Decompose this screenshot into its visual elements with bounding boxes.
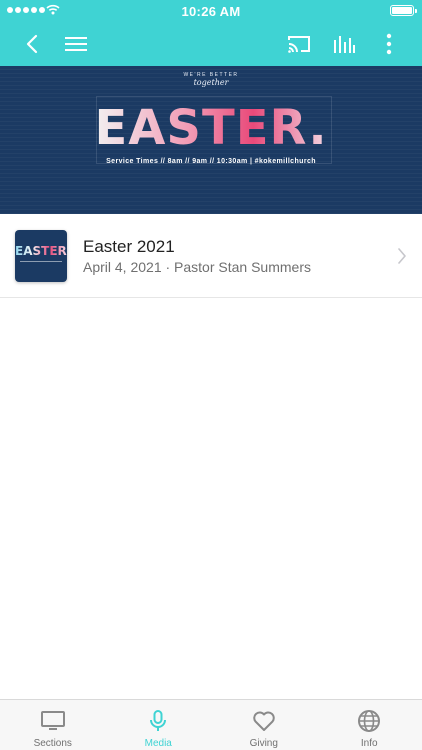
tab-sections[interactable]: Sections	[0, 700, 106, 750]
more-vertical-icon	[386, 33, 392, 55]
top-toolbar	[0, 22, 422, 66]
sermon-title: Easter 2021	[83, 237, 175, 256]
cast-icon	[288, 36, 310, 53]
chevron-right-icon	[398, 248, 406, 264]
thumbnail-title: EASTER.	[15, 244, 67, 258]
sermon-thumbnail: EASTER.	[15, 230, 67, 282]
back-button[interactable]	[12, 22, 52, 66]
monitor-icon	[40, 711, 65, 730]
globe-icon	[358, 710, 381, 732]
tab-sections-label: Sections	[33, 738, 72, 749]
tab-giving[interactable]: Giving	[211, 700, 317, 750]
chevron-left-icon	[26, 34, 38, 54]
tab-media-label: Media	[144, 738, 172, 749]
microphone-icon	[150, 710, 167, 731]
sermon-meta: April 4, 2021 · Pastor Stan Summers	[83, 259, 311, 275]
hamburger-menu-icon	[65, 37, 87, 51]
audio-bars-icon	[334, 36, 355, 53]
tab-info-label: Info	[360, 738, 378, 749]
audio-button[interactable]	[324, 22, 364, 66]
tab-media[interactable]: Media	[106, 700, 212, 750]
cast-button[interactable]	[279, 22, 319, 66]
easter-banner: WE'RE BETTER together EASTER. Service Ti…	[0, 66, 422, 214]
battery-icon	[390, 5, 417, 16]
tab-giving-label: Giving	[249, 738, 278, 749]
heart-icon	[253, 711, 275, 731]
banner-service-times: Service Times // 8am // 9am // 10:30am |…	[106, 158, 316, 165]
menu-button[interactable]	[56, 22, 96, 66]
banner-tagline: WE'RE BETTER together	[0, 72, 422, 87]
list-item[interactable]: EASTER. Easter 2021 April 4, 2021 · Past…	[0, 214, 422, 298]
thumbnail-divider	[20, 261, 62, 262]
banner-title: EASTER.	[0, 100, 422, 156]
status-time: 10:26 AM	[181, 4, 241, 19]
tab-info[interactable]: Info	[317, 700, 422, 750]
banner-tagline-script: together	[193, 78, 229, 87]
more-button[interactable]	[369, 22, 409, 66]
status-bar: 10:26 AM	[0, 0, 422, 22]
tab-bar: Sections Media Giving Info	[0, 699, 422, 750]
